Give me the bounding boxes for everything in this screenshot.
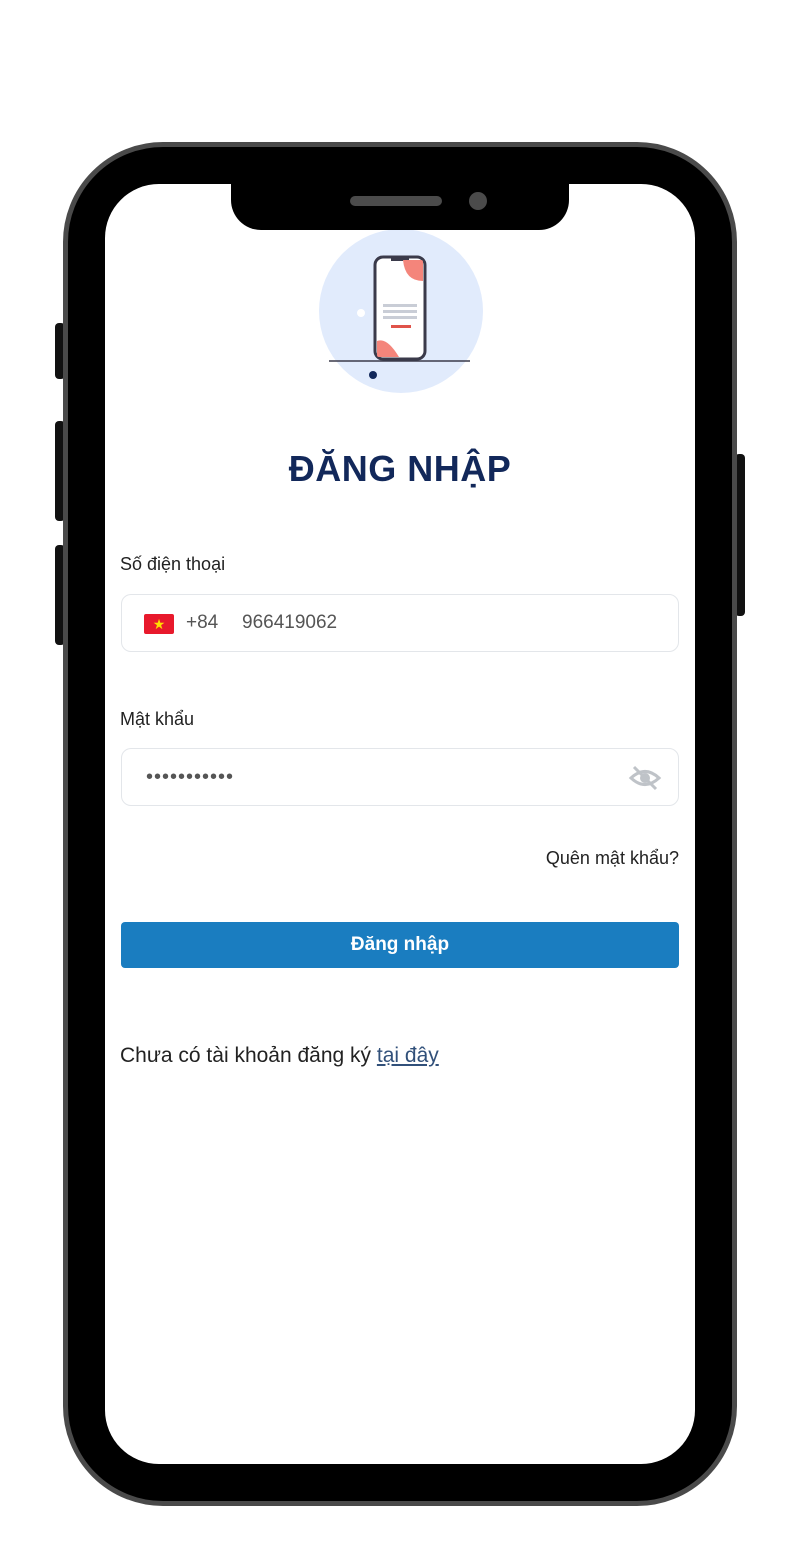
password-label: Mật khẩu <box>120 709 195 729</box>
password-field[interactable] <box>121 748 679 806</box>
speaker-grille <box>350 196 442 206</box>
phone-screen: ĐĂNG NHẬP Số điện thoại ★ +84 Mật khẩu Q… <box>105 184 695 1464</box>
vietnam-flag-icon: ★ <box>144 614 174 634</box>
country-code: +84 <box>186 612 219 633</box>
login-button[interactable]: Đăng nhập <box>121 922 679 968</box>
phone-input[interactable] <box>242 605 642 641</box>
eye-slash-icon[interactable] <box>628 765 662 791</box>
register-link[interactable]: tại đây <box>377 1044 439 1067</box>
phone-field[interactable]: ★ +84 <box>121 594 679 652</box>
phone-label: Số điện thoại <box>120 554 226 574</box>
register-prompt: Chưa có tài khoản đăng ký tại đây <box>120 1044 439 1068</box>
page-title: ĐĂNG NHẬP <box>288 448 512 489</box>
front-camera <box>469 192 487 210</box>
register-text: Chưa có tài khoản đăng ký <box>120 1044 372 1067</box>
phone-notch <box>231 170 569 230</box>
forgot-password-link[interactable]: Quên mật khẩu? <box>546 848 679 869</box>
phone-illustration-icon <box>319 229 483 393</box>
password-input[interactable] <box>146 759 616 795</box>
